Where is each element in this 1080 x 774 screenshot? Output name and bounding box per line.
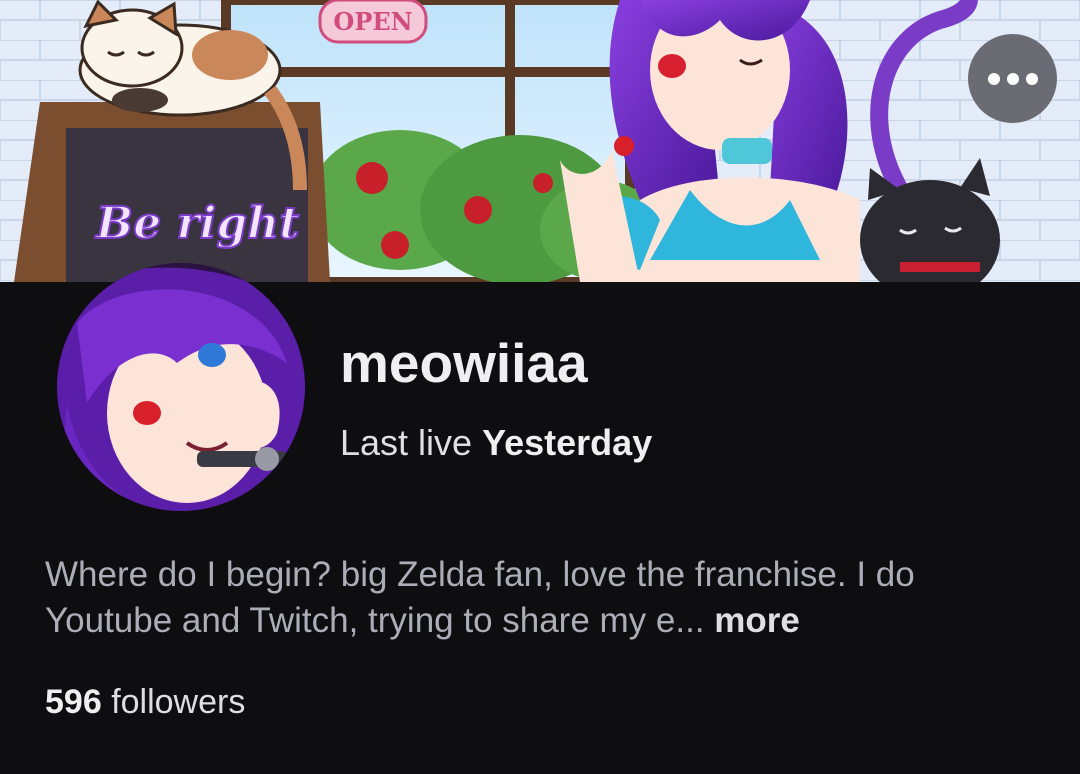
followers-number: 596: [45, 683, 102, 721]
followers-label: followers: [111, 683, 246, 721]
channel-banner: OPEN Be right: [0, 0, 1080, 282]
last-live-value: Yesterday: [482, 422, 653, 463]
open-sign-text: OPEN: [333, 7, 412, 36]
channel-avatar[interactable]: [57, 263, 305, 511]
more-horizontal-icon: [987, 72, 1038, 85]
avatar-image: [57, 263, 305, 511]
last-live-status: Last live Yesterday: [340, 421, 652, 465]
more-options-button[interactable]: [968, 34, 1057, 123]
banner-sign-text: Be right: [94, 198, 299, 249]
bio-more-link[interactable]: more: [714, 601, 800, 640]
channel-username: meowiiaa: [340, 332, 588, 394]
followers-count[interactable]: 596 followers: [45, 680, 245, 724]
channel-bio: Where do I begin? big Zelda fan, love th…: [45, 552, 1035, 644]
banner-artwork: OPEN Be right: [0, 0, 1080, 282]
last-live-label: Last live: [340, 422, 473, 463]
